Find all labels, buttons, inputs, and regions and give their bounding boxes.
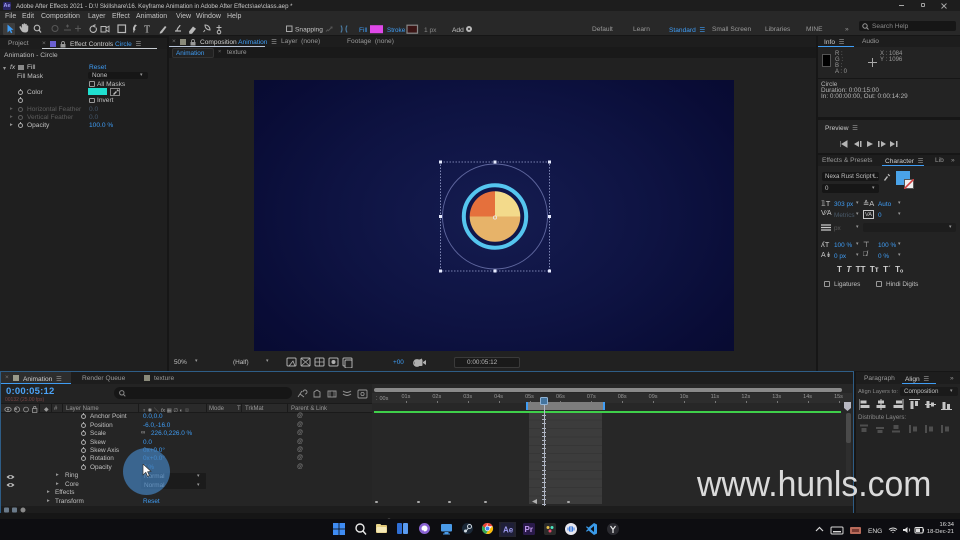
svg-text:Ae: Ae bbox=[503, 526, 514, 535]
svg-text:ENG: ENG bbox=[868, 528, 882, 535]
svg-text:Fill: Fill bbox=[359, 27, 368, 34]
svg-text:Pr: Pr bbox=[525, 525, 533, 534]
svg-text:Snapping: Snapping bbox=[295, 27, 323, 34]
svg-text:Stroke: Stroke bbox=[387, 27, 406, 34]
svg-text:T: T bbox=[144, 25, 150, 36]
svg-text:Add: Add bbox=[452, 27, 464, 34]
svg-text:1 px: 1 px bbox=[424, 27, 437, 34]
